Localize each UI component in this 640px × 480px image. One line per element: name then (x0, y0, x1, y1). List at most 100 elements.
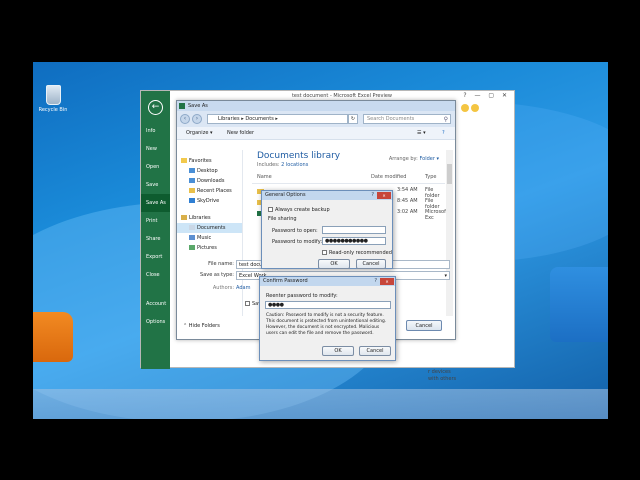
refresh-icon[interactable]: ↻ (348, 114, 358, 124)
star-icon (181, 158, 187, 163)
close-icon[interactable]: ✕ (377, 192, 391, 199)
backstage-open[interactable]: Open (141, 158, 170, 176)
breadcrumb-documents[interactable]: Documents (245, 116, 274, 122)
library-title: Documents library (257, 151, 341, 161)
backstage-close[interactable]: Close (141, 266, 170, 284)
backstage-export[interactable]: Export (141, 248, 170, 266)
smiley-icons[interactable] (461, 104, 481, 114)
column-date[interactable]: Date modified (371, 174, 406, 180)
includes-label: Includes: (257, 162, 280, 168)
search-input[interactable]: Search Documents ⚲ (363, 114, 451, 124)
behind-text: r devices (428, 369, 451, 375)
backstage-account[interactable]: Account (141, 295, 170, 313)
read-only-option[interactable]: Read-only recommended (322, 250, 392, 256)
column-type[interactable]: Type (425, 174, 436, 180)
tree-label: Desktop (197, 168, 218, 174)
backup-option[interactable]: Always create backup (268, 207, 330, 213)
arrange-by: Arrange by: Folder ▾ (389, 156, 439, 162)
scroll-thumb[interactable] (447, 164, 452, 184)
backstage-save-as[interactable]: Save As (141, 194, 170, 212)
row-date: 3:02 AM (397, 209, 418, 215)
tree-music[interactable]: Music (177, 233, 242, 243)
backup-checkbox[interactable] (268, 207, 273, 212)
file-name-label: File name: (208, 261, 234, 267)
back-icon[interactable]: ‹ (180, 114, 190, 124)
tree-label: Documents (197, 225, 226, 231)
confirm-cancel-button[interactable]: Cancel (359, 346, 391, 356)
downloads-icon (189, 178, 195, 183)
save-as-title: Save As (188, 103, 208, 109)
close-icon[interactable]: ✕ (380, 278, 394, 285)
confirm-password-dialog: Confirm Password ? ✕ Reenter password to… (259, 276, 396, 361)
tree-label: Libraries (189, 215, 211, 221)
row-date: 8:45 AM (397, 198, 418, 204)
help-icon[interactable]: ? (374, 277, 377, 286)
tree-documents[interactable]: Documents (177, 223, 242, 233)
organize-button[interactable]: Organize ▾ (186, 127, 213, 140)
tree-desktop[interactable]: Desktop (177, 166, 242, 176)
frown-icon[interactable] (471, 104, 479, 112)
arrange-dropdown[interactable]: Folder ▾ (419, 156, 439, 162)
recycle-bin-image (45, 85, 61, 105)
smile-icon[interactable] (461, 104, 469, 112)
recycle-bin-icon[interactable]: Recycle Bin (38, 85, 68, 113)
general-options-cancel-button[interactable]: Cancel (356, 259, 386, 269)
backstage-print[interactable]: Print (141, 212, 170, 230)
backstage-save[interactable]: Save (141, 176, 170, 194)
help-icon[interactable]: ? (442, 127, 445, 140)
reenter-password-input[interactable]: ●●●● (265, 301, 391, 309)
behind-text: with others (428, 376, 457, 382)
hide-folders-button[interactable]: ⌃ Hide Folders (183, 323, 220, 329)
hide-folders-label: Hide Folders (188, 323, 220, 329)
recycle-bin-label: Recycle Bin (38, 107, 68, 113)
back-arrow-icon[interactable]: ← (148, 100, 163, 115)
read-only-checkbox[interactable] (322, 250, 327, 255)
tree-downloads[interactable]: Downloads (177, 176, 242, 186)
thumbnail-checkbox[interactable] (245, 301, 250, 306)
general-options-titlebar: General Options ? ✕ (262, 191, 392, 200)
password-modify-label: Password to modify: (272, 239, 322, 245)
desktop-icon (189, 168, 195, 173)
save-as-cancel-button[interactable]: Cancel (406, 320, 442, 331)
column-name[interactable]: Name (257, 174, 272, 180)
tree-recent-places[interactable]: Recent Places (177, 186, 242, 196)
skydrive-icon (189, 198, 195, 203)
tree-libraries[interactable]: Libraries (177, 213, 242, 223)
arrange-label: Arrange by: (388, 156, 418, 162)
password-open-input[interactable] (322, 226, 386, 234)
excel-window-controls[interactable]: ? — ▢ ✕ (463, 92, 510, 99)
backstage-share[interactable]: Share (141, 230, 170, 248)
backstage-new[interactable]: New (141, 140, 170, 158)
scrollbar[interactable] (446, 150, 453, 316)
video-frame: Recycle Bin ← Info New Open Save Save As… (0, 0, 640, 480)
tree-skydrive[interactable]: SkyDrive (177, 196, 242, 206)
view-options-icon[interactable]: ☰ ▾ (417, 127, 426, 140)
password-open-label: Password to open: (272, 228, 318, 234)
address-bar[interactable]: Libraries ▸ Documents ▸ (207, 114, 348, 124)
chevron-down-icon: ▾ (444, 273, 447, 279)
tree-label: Downloads (197, 178, 225, 184)
tree-label: Favorites (189, 158, 212, 164)
password-modify-input[interactable]: ●●●●●●●●●●● (322, 237, 386, 245)
tree-label: Recent Places (197, 188, 232, 194)
row-date: 3:54 AM (397, 187, 418, 193)
column-header: Name Date modified Type (252, 174, 445, 184)
tree-favorites[interactable]: Favorites (177, 156, 242, 166)
forward-icon[interactable]: › (192, 114, 202, 124)
backup-label: Always create backup (275, 207, 330, 213)
collapse-icon: ⌃ (183, 323, 188, 329)
confirm-ok-button[interactable]: OK (322, 346, 354, 356)
help-icon[interactable]: ? (371, 191, 374, 200)
backstage-options[interactable]: Options (141, 313, 170, 331)
authors-value[interactable]: Adam (236, 285, 250, 291)
general-options-ok-button[interactable]: OK (318, 259, 350, 269)
save-type-label: Save as type: (200, 272, 234, 278)
authors-label: Authors: (212, 285, 234, 291)
tree-pictures[interactable]: Pictures (177, 243, 242, 253)
music-icon (189, 235, 195, 240)
locations-link[interactable]: 2 locations (281, 162, 308, 168)
new-folder-button[interactable]: New folder (227, 127, 254, 140)
breadcrumb-libraries[interactable]: Libraries (218, 116, 240, 122)
backstage-info[interactable]: Info (141, 122, 170, 140)
file-sharing-label: File sharing (268, 216, 297, 222)
